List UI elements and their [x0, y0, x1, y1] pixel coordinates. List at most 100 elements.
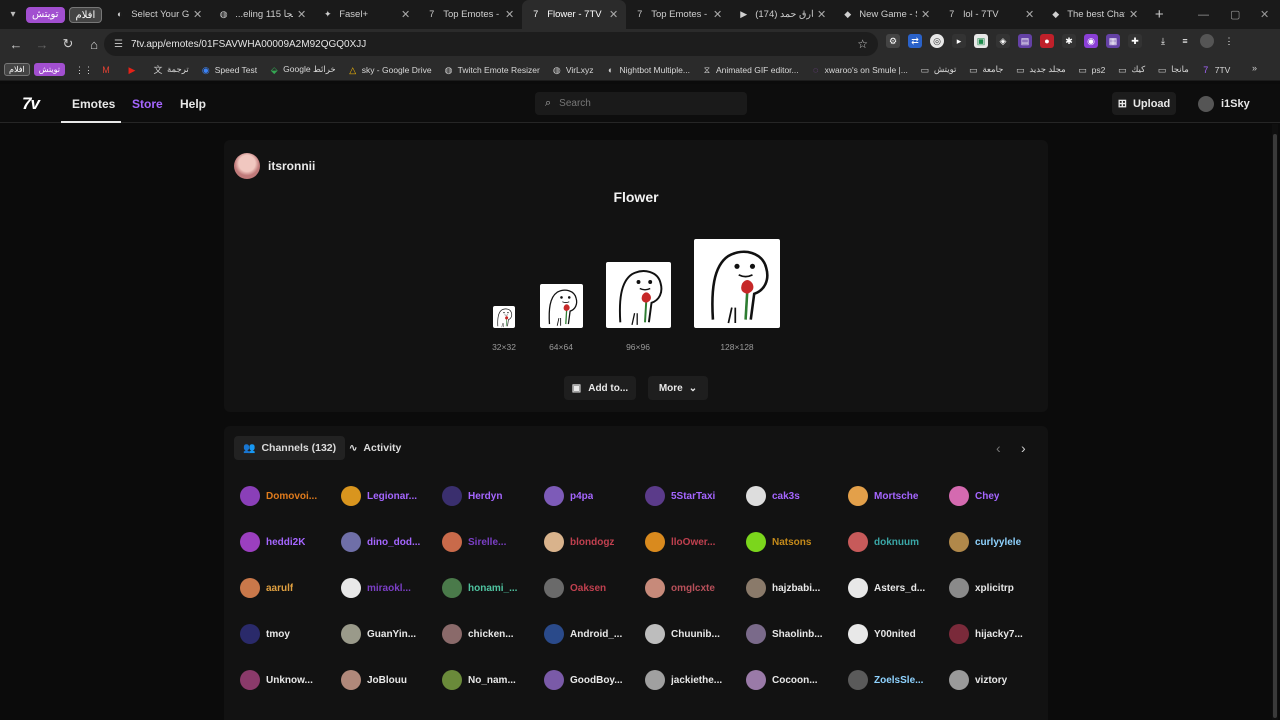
bookmark-group-twitch[interactable]: تويتش [33, 63, 65, 76]
bookmark-item[interactable]: ▭ مانجا [1157, 64, 1189, 75]
channel-item[interactable]: Sirelle... [442, 531, 542, 553]
channel-item[interactable]: Chey [949, 485, 1049, 507]
channel-item[interactable]: omglcxte [645, 577, 745, 599]
channel-item[interactable]: chicken... [442, 623, 542, 645]
extension-icon[interactable]: ✱ [1062, 34, 1076, 48]
page-scrollbar[interactable] [1272, 124, 1278, 720]
bookmark-item[interactable]: ◐ Nightbot Multiple... [606, 65, 690, 75]
add-to-button[interactable]: ▣ Add to... [564, 376, 636, 400]
close-window-icon[interactable]: ✕ [1260, 0, 1269, 29]
browser-tab[interactable]: ✦ Fasel+ ✕ [314, 0, 418, 29]
profile-avatar[interactable] [1200, 34, 1214, 48]
browser-tab[interactable]: ◍ ...eling 115 مانجا ✕ [210, 0, 314, 29]
channel-item[interactable]: Natsons [746, 531, 846, 553]
browser-tab[interactable]: ◆ The best ChatBot ✕ [1042, 0, 1146, 29]
upload-button[interactable]: ⊞ Upload [1112, 92, 1176, 115]
close-tab-icon[interactable]: ✕ [817, 8, 826, 21]
bookmark-star-icon[interactable]: ☆ [857, 37, 868, 51]
channel-item[interactable]: Shaolinb... [746, 623, 846, 645]
channel-item[interactable]: tmoy [240, 623, 340, 645]
channel-item[interactable]: Chuunib... [645, 623, 745, 645]
emote-owner[interactable]: itsronnii [234, 153, 315, 179]
close-tab-icon[interactable]: ✕ [609, 8, 618, 21]
apps-grid-icon[interactable]: ⋮⋮ [75, 65, 93, 75]
browser-tab[interactable]: 7 Flower - 7TV ✕ [522, 0, 627, 29]
browser-tab[interactable]: ▶ (174) طارق حمد ✕ [730, 0, 834, 29]
close-tab-icon[interactable]: ✕ [921, 8, 930, 21]
close-tab-icon[interactable]: ✕ [193, 8, 202, 21]
minimize-icon[interactable]: — [1198, 0, 1209, 29]
channel-item[interactable]: Herdyn [442, 485, 542, 507]
bookmark-item[interactable]: ▶ [127, 65, 141, 75]
channel-item[interactable]: p4pa [544, 485, 644, 507]
bookmark-item[interactable]: ▭ مجلد جديد [1015, 64, 1066, 75]
bookmark-item[interactable]: ⬙ Google خرائط [269, 64, 336, 75]
nav-emotes[interactable]: Emotes [72, 97, 115, 111]
tab-group-movies[interactable]: افلام [68, 6, 103, 23]
extension-icon[interactable]: ▦ [1106, 34, 1120, 48]
tab-channels[interactable]: 👥 Channels (132) [234, 436, 346, 460]
channel-item[interactable]: Mortsche [848, 485, 948, 507]
bookmark-item[interactable]: ▭ ps2 [1078, 65, 1105, 75]
channel-item[interactable]: viztory [949, 669, 1049, 691]
emote-preview-32[interactable] [493, 306, 515, 328]
close-tab-icon[interactable]: ✕ [713, 8, 722, 21]
more-button[interactable]: More ⌄ [648, 376, 708, 400]
media-control-icon[interactable]: ≡ [1178, 34, 1192, 48]
next-page-chevron-icon[interactable]: › [1021, 440, 1026, 456]
bookmark-item[interactable]: 文 ترجمة [153, 64, 188, 75]
extensions-puzzle-icon[interactable]: ✚ [1128, 34, 1142, 48]
channel-item[interactable]: aarulf [240, 577, 340, 599]
channel-item[interactable]: Oaksen [544, 577, 644, 599]
channel-item[interactable]: doknuum [848, 531, 948, 553]
browser-tab[interactable]: 7 lol - 7TV ✕ [938, 0, 1042, 29]
bookmark-group-movies[interactable]: افلام [4, 63, 30, 76]
bookmark-item[interactable]: ⧖ Animated GIF editor... [702, 65, 799, 75]
bookmark-item[interactable]: ▭ جامعة [968, 64, 1003, 75]
bookmark-item[interactable]: ◌ xwaroo's on Smule |... [811, 65, 908, 75]
channel-item[interactable]: miraokl... [341, 577, 441, 599]
channel-item[interactable]: GuanYin... [341, 623, 441, 645]
channel-item[interactable]: Unknow... [240, 669, 340, 691]
emote-preview-96[interactable] [606, 262, 671, 328]
close-tab-icon[interactable]: ✕ [297, 8, 306, 21]
nav-store[interactable]: Store [132, 97, 163, 111]
maximize-icon[interactable]: ▢ [1230, 0, 1240, 29]
bookmark-item[interactable]: 7 7TV [1201, 65, 1230, 75]
channel-item[interactable]: Legionar... [341, 485, 441, 507]
extension-icon[interactable]: ● [1040, 34, 1054, 48]
channel-item[interactable]: ZoelsSle... [848, 669, 948, 691]
forward-arrow-icon[interactable]: → [30, 32, 54, 56]
channel-item[interactable]: Domovoi... [240, 485, 340, 507]
channel-item[interactable]: hijacky7... [949, 623, 1049, 645]
home-icon[interactable]: ⌂ [82, 32, 106, 56]
channel-item[interactable]: Asters_d... [848, 577, 948, 599]
bookmark-item[interactable]: M [101, 65, 115, 75]
extension-icon[interactable]: ◎ [930, 34, 944, 48]
close-tab-icon[interactable]: ✕ [505, 8, 514, 21]
shield-icon[interactable]: ◈ [996, 34, 1010, 48]
extension-icon[interactable]: ▸ [952, 34, 966, 48]
7tv-logo[interactable]: 7v [22, 94, 40, 114]
emote-preview-128[interactable] [694, 239, 780, 328]
channel-item[interactable]: GoodBoy... [544, 669, 644, 691]
channel-item[interactable]: Android_... [544, 623, 644, 645]
channel-item[interactable]: JoBlouu [341, 669, 441, 691]
channel-item[interactable]: jackiethe... [645, 669, 745, 691]
close-tab-icon[interactable]: ✕ [1025, 8, 1034, 21]
bookmark-item[interactable]: △ sky - Google Drive [348, 65, 431, 75]
channel-item[interactable]: curlyylele [949, 531, 1049, 553]
previous-page-chevron-icon[interactable]: ‹ [996, 440, 1001, 456]
tab-group-twitch[interactable]: تويتش [26, 6, 65, 23]
channel-item[interactable]: honami_... [442, 577, 542, 599]
channel-item[interactable]: Y00nited [848, 623, 948, 645]
scrollbar-thumb[interactable] [1273, 134, 1277, 718]
channel-item[interactable]: lloOwer... [645, 531, 745, 553]
channel-item[interactable]: heddi2K [240, 531, 340, 553]
browser-tab[interactable]: ◆ New Game - So ✕ [834, 0, 938, 29]
close-tab-icon[interactable]: ✕ [1129, 8, 1138, 21]
channel-item[interactable]: No_nam... [442, 669, 542, 691]
site-info-icon[interactable]: ☰ [114, 39, 123, 50]
tab-search-chevron-icon[interactable]: ▾ [0, 0, 26, 29]
browser-tab[interactable]: 7 Top Emotes - 7TV ✕ [418, 0, 522, 29]
